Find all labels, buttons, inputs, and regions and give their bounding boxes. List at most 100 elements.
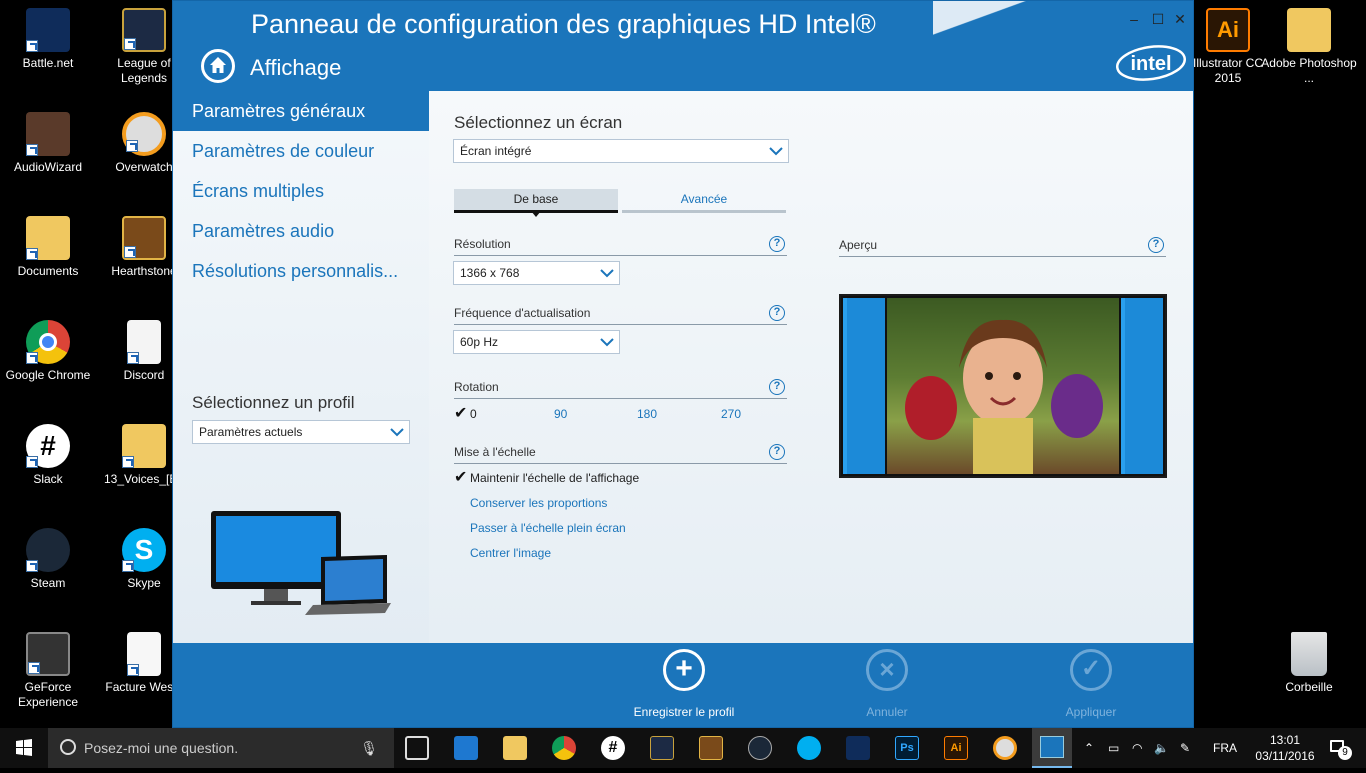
cancel-button[interactable]: × Annuler — [827, 649, 947, 719]
clock[interactable]: 13:01 03/11/2016 — [1250, 728, 1320, 768]
pdf-file-icon — [127, 632, 161, 676]
desktop-icon-steam[interactable]: Steam — [0, 528, 96, 591]
profile-label: Sélectionnez un profil — [192, 393, 355, 412]
sidebar-item-audio[interactable]: Paramètres audio — [173, 211, 429, 251]
help-icon[interactable]: ? — [769, 236, 785, 252]
slack-taskbar-icon[interactable]: # — [601, 736, 625, 760]
scaling-option-aspect[interactable]: Conserver les proportions — [470, 496, 607, 510]
recycle-bin-icon — [1291, 632, 1327, 676]
tab-basic[interactable]: De base — [454, 189, 618, 217]
sidebar-item-custom-resolutions[interactable]: Résolutions personnalis... — [173, 251, 429, 291]
help-icon[interactable]: ? — [1148, 237, 1164, 253]
desktop-icon-geforce[interactable]: GeForce Experience — [0, 632, 96, 710]
network-icon[interactable]: ▭ — [1108, 728, 1119, 768]
desktop-icon-documents[interactable]: Documents — [0, 216, 96, 279]
desktop-icon-slack[interactable]: # Slack — [0, 424, 96, 487]
desktop-icon-label: Discord — [123, 368, 165, 382]
cancel-label: Annuler — [866, 705, 908, 719]
volume-icon[interactable]: 🔈 — [1154, 728, 1169, 768]
save-profile-button[interactable]: + Enregistrer le profil — [624, 649, 744, 719]
desktop-icon-label: Hearthstone — [111, 264, 177, 278]
scaling-selected[interactable]: Maintenir l'échelle de l'affichage — [470, 471, 639, 485]
desktop-icon-battlenet[interactable]: Battle.net — [0, 8, 96, 71]
folder-icon — [26, 216, 70, 260]
save-profile-label: Enregistrer le profil — [633, 705, 735, 719]
action-center-button[interactable]: 9 — [1326, 728, 1352, 768]
rotation-option-180[interactable]: 180 — [637, 407, 657, 421]
scaling-option-fullscreen[interactable]: Passer à l'échelle plein écran — [470, 521, 626, 535]
start-button[interactable] — [0, 728, 48, 768]
cortana-search-box[interactable]: Posez-moi une question. 🎙 — [48, 728, 394, 768]
maximize-button[interactable]: ☐ — [1147, 9, 1169, 29]
steam-taskbar-icon[interactable] — [748, 736, 772, 760]
divider — [454, 255, 787, 256]
chrome-taskbar-icon[interactable] — [552, 736, 576, 760]
rotation-option-90[interactable]: 90 — [554, 407, 567, 421]
resolution-label: Résolution — [454, 237, 511, 251]
task-view-icon[interactable] — [405, 736, 429, 760]
screen-dropdown-value: Écran intégré — [460, 144, 532, 158]
minimize-button[interactable]: – — [1123, 9, 1145, 29]
profile-dropdown[interactable]: Paramètres actuels — [192, 420, 410, 444]
edge-icon[interactable] — [454, 736, 478, 760]
divider — [839, 256, 1166, 257]
desktop-icon-label: Slack — [33, 472, 63, 486]
tab-advanced[interactable]: Avancée — [622, 189, 786, 213]
geforce-icon — [26, 632, 70, 676]
rotation-option-0[interactable]: 0 — [470, 407, 477, 421]
help-icon[interactable]: ? — [769, 305, 785, 321]
tab-advanced-label: Avancée — [680, 192, 728, 206]
chevron-down-icon — [390, 428, 404, 437]
sidebar-item-multiple-displays[interactable]: Écrans multiples — [173, 171, 429, 211]
rotation-label: Rotation — [454, 380, 499, 394]
chevron-down-icon — [769, 147, 783, 156]
file-icon — [127, 320, 161, 364]
desktop-icon-label: Illustrator CC 2015 — [1192, 56, 1263, 85]
wifi-icon[interactable]: ◠ — [1132, 728, 1142, 768]
intel-graphics-taskbar-button[interactable] — [1032, 728, 1072, 768]
scaling-option-center[interactable]: Centrer l'image — [470, 546, 551, 560]
audiowizard-icon — [26, 112, 70, 156]
sidebar-item-color[interactable]: Paramètres de couleur — [173, 131, 429, 171]
intel-graphics-taskbar-icon — [1040, 736, 1064, 758]
hearthstone-taskbar-icon[interactable] — [699, 736, 723, 760]
divider — [454, 398, 787, 399]
scaling-label: Mise à l'échelle — [454, 445, 536, 459]
illustrator-taskbar-icon[interactable]: Ai — [944, 736, 968, 760]
tab-pointer — [531, 211, 541, 217]
pen-icon[interactable]: ✎ — [1180, 728, 1190, 768]
steam-icon — [26, 528, 70, 572]
close-button[interactable]: ✕ — [1169, 9, 1191, 29]
cancel-icon: × — [866, 649, 908, 691]
desktop-icon-audiowizard[interactable]: AudioWizard — [0, 112, 96, 175]
app-title: Panneau de configuration des graphiques … — [251, 9, 876, 39]
battlenet-taskbar-icon[interactable] — [846, 736, 870, 760]
resolution-dropdown[interactable]: 1366 x 768 — [453, 261, 620, 285]
desktop-icon-photoshop[interactable]: Adobe Photoshop ... — [1261, 8, 1357, 86]
preview-label: Aperçu — [839, 238, 878, 252]
home-button[interactable] — [201, 49, 235, 83]
help-icon[interactable]: ? — [769, 379, 785, 395]
league-taskbar-icon[interactable] — [650, 736, 674, 760]
tray-chevron-icon[interactable]: ⌃ — [1084, 728, 1094, 768]
desktop-icon-chrome[interactable]: Google Chrome — [0, 320, 96, 383]
microphone-icon[interactable]: 🎙 — [360, 728, 378, 768]
sidebar-item-general[interactable]: Paramètres généraux — [173, 91, 429, 131]
screen-dropdown[interactable]: Écran intégré — [453, 139, 789, 163]
slack-icon: # — [26, 424, 70, 468]
photoshop-taskbar-icon[interactable]: Ps — [895, 736, 919, 760]
folder-icon — [122, 424, 166, 468]
file-explorer-icon[interactable] — [503, 736, 527, 760]
desktop-icon-label: League of Legends — [117, 56, 171, 85]
preview-image — [839, 294, 1167, 478]
desktop-icon-label: Steam — [30, 576, 66, 590]
apply-button[interactable]: ✓ Appliquer — [1031, 649, 1151, 719]
language-indicator[interactable]: FRA — [1213, 728, 1237, 768]
desktop-icon-recycle-bin[interactable]: Corbeille — [1261, 632, 1357, 695]
help-icon[interactable]: ? — [769, 444, 785, 460]
refresh-dropdown[interactable]: 60p Hz — [453, 330, 620, 354]
skype-taskbar-icon[interactable] — [797, 736, 821, 760]
rotation-option-270[interactable]: 270 — [721, 407, 741, 421]
checkmark-icon: ✓ — [1070, 649, 1112, 691]
overwatch-taskbar-icon[interactable] — [993, 736, 1017, 760]
